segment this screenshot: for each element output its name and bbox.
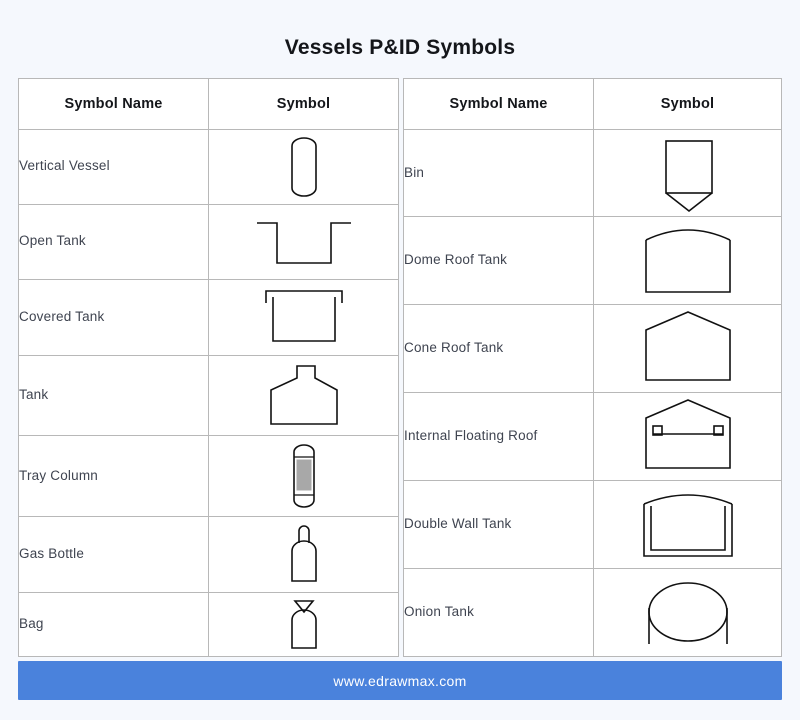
covered-tank-symbol — [208, 278, 399, 356]
right-table-header-row: Symbol Name Symbol — [403, 78, 782, 130]
onion-tank-symbol — [593, 568, 782, 657]
bin-symbol — [593, 129, 782, 217]
table-row[interactable]: Internal Floating Roof — [403, 392, 782, 481]
gas-bottle-symbol — [208, 516, 399, 594]
table-row[interactable]: Gas Bottle — [18, 516, 399, 594]
vertical-vessel-symbol — [208, 129, 399, 205]
table-row[interactable]: Covered Tank — [18, 278, 399, 356]
right-header-symbol-name: Symbol Name — [403, 78, 594, 130]
dome-roof-tank-symbol — [593, 216, 782, 305]
left-table-header-row: Symbol Name Symbol — [18, 78, 399, 130]
table-row[interactable]: Cone Roof Tank — [403, 304, 782, 393]
right-header-symbol: Symbol — [593, 78, 782, 130]
table-row[interactable]: Open Tank — [18, 203, 399, 280]
tray-column-symbol — [208, 435, 399, 518]
footer-url[interactable]: www.edrawmax.com — [333, 673, 466, 689]
table-row[interactable]: Tray Column — [18, 435, 399, 518]
row-label-vertical-vessel: Vertical Vessel — [18, 129, 209, 205]
table-row[interactable]: Tank — [18, 354, 399, 437]
table-row[interactable]: Bin — [403, 129, 782, 217]
bag-symbol — [208, 592, 399, 657]
page-root: Vessels P&ID Symbols Symbol Name Symbol … — [0, 0, 800, 720]
internal-floating-roof-symbol — [593, 392, 782, 481]
tables-container: Symbol Name Symbol Vertical Vessel Open … — [0, 60, 800, 657]
row-label-open-tank: Open Tank — [18, 203, 209, 280]
row-label-internal-floating-roof: Internal Floating Roof — [403, 392, 594, 481]
page-title: Vessels P&ID Symbols — [284, 36, 516, 59]
row-label-cone-roof-tank: Cone Roof Tank — [403, 304, 594, 393]
open-tank-symbol — [208, 203, 399, 280]
table-row[interactable]: Double Wall Tank — [403, 480, 782, 569]
table-row[interactable]: Bag — [18, 592, 399, 657]
right-table: Symbol Name Symbol Bin Dome Roof Tank Co… — [403, 78, 782, 657]
tank-symbol — [208, 354, 399, 437]
left-header-symbol-name: Symbol Name — [18, 78, 209, 130]
row-label-double-wall-tank: Double Wall Tank — [403, 480, 594, 569]
double-wall-tank-symbol — [593, 480, 782, 569]
row-label-covered-tank: Covered Tank — [18, 278, 209, 356]
table-row[interactable]: Dome Roof Tank — [403, 216, 782, 305]
left-header-symbol: Symbol — [208, 78, 399, 130]
row-label-dome-roof-tank: Dome Roof Tank — [403, 216, 594, 305]
table-row[interactable]: Onion Tank — [403, 568, 782, 657]
cone-roof-tank-symbol — [593, 304, 782, 393]
row-label-bag: Bag — [18, 592, 209, 657]
table-row[interactable]: Vertical Vessel — [18, 129, 399, 205]
row-label-gas-bottle: Gas Bottle — [18, 516, 209, 594]
row-label-tank: Tank — [18, 354, 209, 437]
row-label-bin: Bin — [403, 129, 594, 217]
left-table: Symbol Name Symbol Vertical Vessel Open … — [18, 78, 399, 657]
row-label-tray-column: Tray Column — [18, 435, 209, 518]
row-label-onion-tank: Onion Tank — [403, 568, 594, 657]
footer-banner: www.edrawmax.com — [18, 661, 782, 700]
